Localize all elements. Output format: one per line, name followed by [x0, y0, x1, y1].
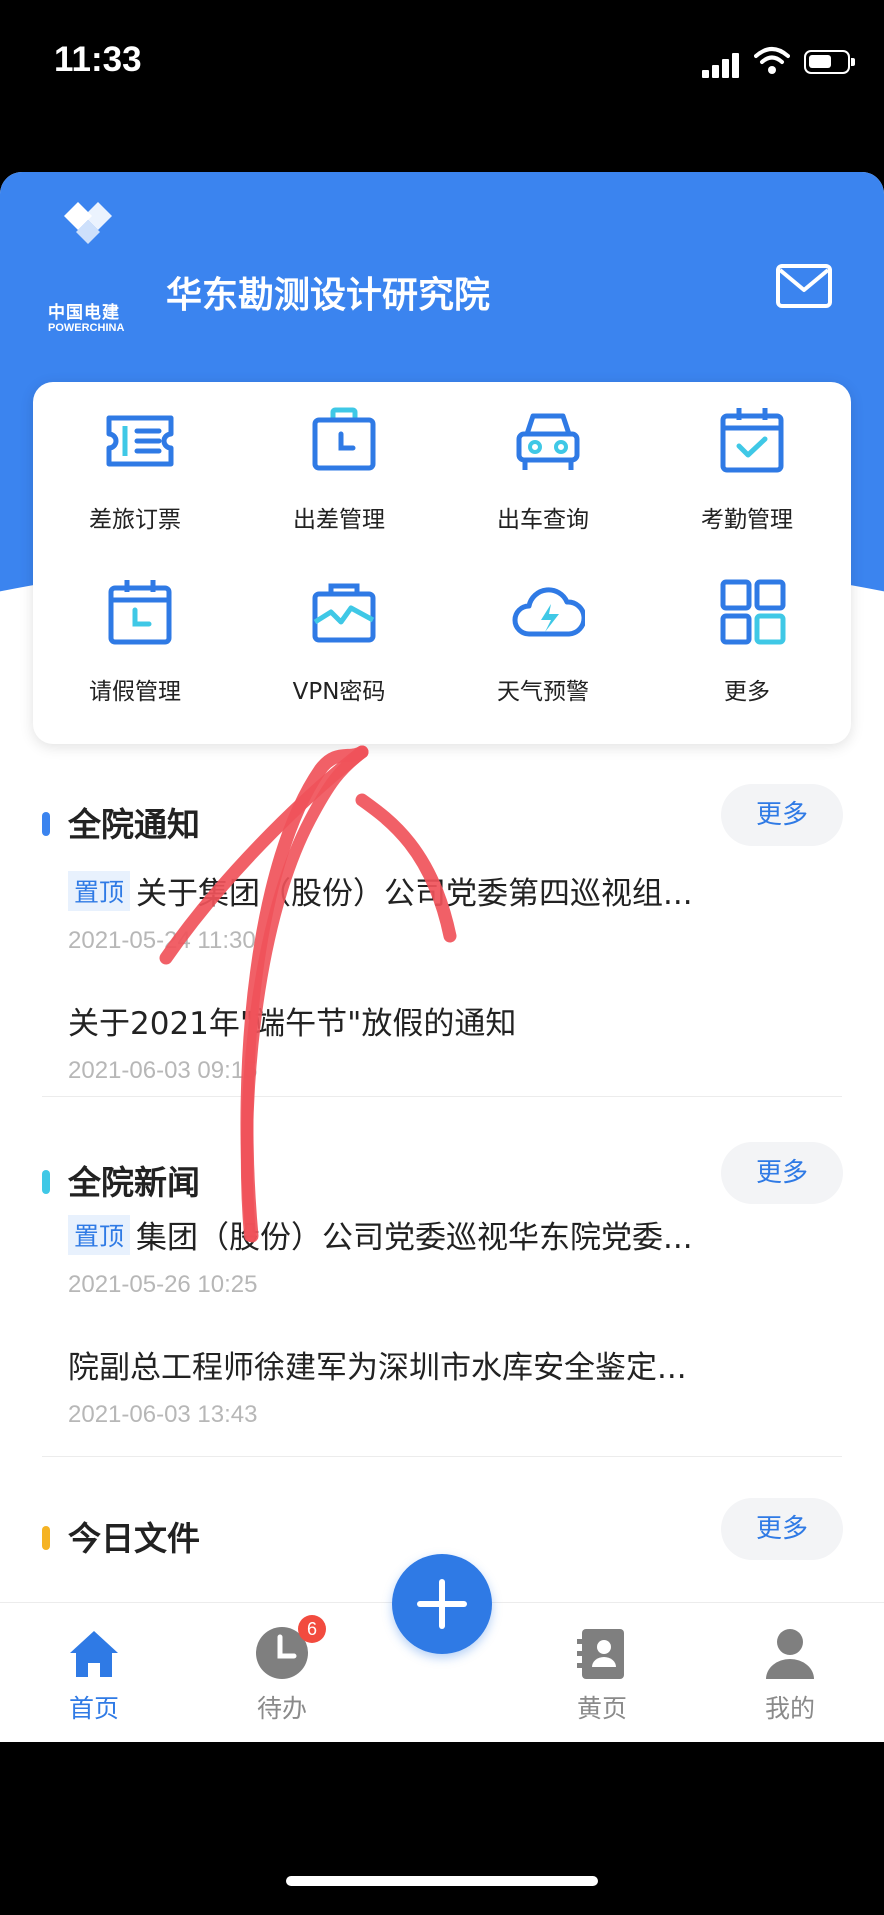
menu-label: 天气预警 [497, 679, 589, 705]
tab-label: 黄页 [576, 1694, 627, 1723]
section-news: 全院新闻 更多 置顶 集团（股份）公司党委巡视华东院党委... 2021-05-2… [42, 1142, 843, 1486]
menu-label: 请假管理 [89, 679, 181, 705]
more-button[interactable]: 更多 [721, 784, 843, 846]
ticket-icon [106, 415, 174, 467]
item-title: 集团（股份）公司党委巡视华东院党委... [136, 1220, 693, 1256]
more-button[interactable]: 更多 [721, 1498, 843, 1560]
item-date: 2021-06-03 13:43 [68, 1401, 258, 1428]
tab-home[interactable]: 首页 [34, 1603, 154, 1742]
menu-item-attendance[interactable]: 考勤管理 [645, 382, 849, 552]
divider [42, 1456, 842, 1457]
quick-menu-card: 差旅订票 出差管理 出车查询 考勤管理 请假管理 VPN密码 天气预警 更多 [33, 382, 851, 744]
menu-label: VPN密码 [292, 679, 386, 705]
menu-label: 出差管理 [293, 507, 385, 533]
plus-icon [417, 1579, 467, 1629]
powerchina-logo-icon [64, 202, 112, 244]
org-title: 华东勘测设计研究院 [166, 275, 491, 316]
tab-label: 我的 [764, 1694, 815, 1723]
menu-label: 出车查询 [497, 507, 589, 533]
tab-directory[interactable]: 黄页 [542, 1603, 662, 1742]
menu-label: 考勤管理 [701, 507, 793, 533]
add-button[interactable] [392, 1554, 492, 1654]
pinned-badge: 置顶 [68, 871, 131, 911]
divider [42, 1096, 842, 1097]
item-title: 关于集团（股份）公司党委第四巡视组... [136, 876, 693, 912]
status-bar: 11:33 [0, 0, 884, 130]
list-item[interactable]: 置顶 集团（股份）公司党委巡视华东院党委... 2021-05-26 10:25 [68, 1212, 838, 1299]
menu-item-business-trip[interactable]: 出差管理 [237, 382, 441, 552]
menu-label: 更多 [724, 679, 770, 705]
pinned-badge: 置顶 [68, 1215, 131, 1255]
tab-label: 待办 [256, 1694, 307, 1723]
item-date: 2021-05-26 10:25 [68, 1271, 258, 1298]
section-title: 全院通知 [68, 805, 200, 844]
list-item[interactable]: 置顶 关于集团（股份）公司党委第四巡视组... 2021-05-24 11:30 [68, 868, 838, 955]
item-title: 关于2021年"端午节"放假的通知 [68, 1006, 517, 1042]
list-item[interactable]: 关于2021年"端午节"放假的通知 2021-06-03 09:15 [68, 998, 838, 1085]
tab-label: 首页 [68, 1694, 119, 1723]
signal-icon [702, 52, 742, 78]
more-button[interactable]: 更多 [721, 1142, 843, 1204]
section-accent-bar [42, 1526, 50, 1550]
menu-item-vpn[interactable]: VPN密码 [237, 554, 441, 724]
menu-item-vehicle-query[interactable]: 出车查询 [441, 382, 645, 552]
battery-icon [804, 50, 855, 74]
menu-item-travel-ticket[interactable]: 差旅订票 [33, 382, 237, 552]
calendar-check-icon [720, 408, 784, 473]
menu-item-weather[interactable]: 天气预警 [441, 554, 645, 724]
contacts-book-icon [577, 1629, 624, 1679]
tab-todo[interactable]: 6 待办 [222, 1603, 342, 1742]
wifi-icon [754, 47, 790, 74]
home-indicator [286, 1876, 598, 1886]
todo-count-badge: 6 [298, 1615, 326, 1643]
logo-chinese-text: 中国电建 [48, 303, 120, 323]
section-notices: 全院通知 更多 置顶 关于集团（股份）公司党委第四巡视组... 2021-05-2… [42, 784, 843, 1128]
menu-label: 差旅订票 [89, 507, 181, 533]
tab-mine[interactable]: 我的 [730, 1603, 850, 1742]
cloud-bolt-icon [512, 587, 585, 637]
mail-icon[interactable] [776, 264, 832, 308]
section-accent-bar [42, 1170, 50, 1194]
list-item[interactable]: 院副总工程师徐建军为深圳市水库安全鉴定... 2021-06-03 13:43 [68, 1342, 838, 1429]
item-date: 2021-05-24 11:30 [68, 927, 256, 954]
item-date: 2021-06-03 09:15 [68, 1057, 258, 1084]
section-title: 全院新闻 [68, 1163, 200, 1202]
menu-item-leave[interactable]: 请假管理 [33, 554, 237, 724]
app-screen: 中国电建 POWERCHINA 华东勘测设计研究院 差旅订票 出差管理 出车查询… [0, 172, 884, 1742]
calendar-clock-icon [108, 580, 172, 645]
home-icon [70, 1631, 118, 1677]
item-title: 院副总工程师徐建军为深圳市水库安全鉴定... [68, 1350, 687, 1386]
section-title: 今日文件 [68, 1519, 200, 1558]
section-accent-bar [42, 812, 50, 836]
status-time: 11:33 [54, 40, 142, 79]
logo-english-text: POWERCHINA [48, 322, 125, 334]
menu-item-more[interactable]: 更多 [645, 554, 849, 724]
vpn-bag-icon [312, 583, 376, 643]
grid-icon [720, 579, 786, 645]
briefcase-clock-icon [312, 407, 376, 471]
car-icon [516, 413, 580, 470]
user-icon [766, 1629, 814, 1679]
